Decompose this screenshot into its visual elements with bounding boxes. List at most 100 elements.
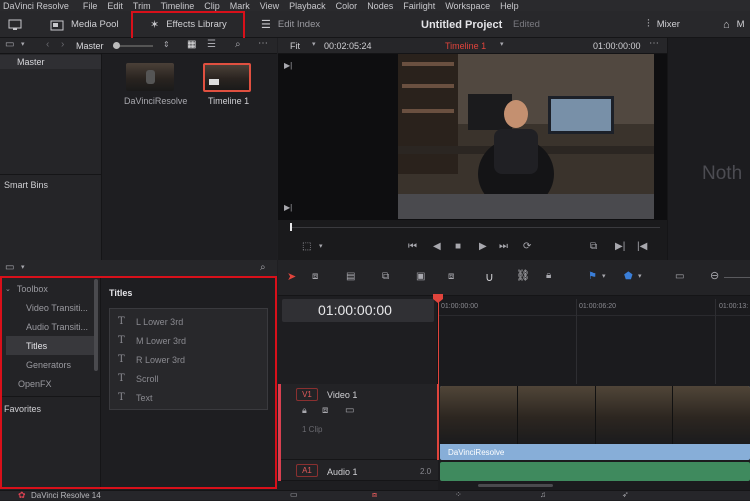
audio-track-name[interactable]: Audio 1 bbox=[327, 467, 358, 477]
video-frame bbox=[398, 54, 654, 219]
media-pool-button[interactable]: Media Pool bbox=[50, 11, 119, 38]
snapping-magnet-icon[interactable]: ∪ bbox=[485, 271, 494, 283]
mark-out-icon[interactable]: ▶| bbox=[284, 204, 292, 212]
menu-fairlight[interactable]: Fairlight bbox=[403, 1, 435, 11]
trim-tool-icon[interactable]: ⧈ bbox=[312, 272, 318, 282]
video-clip[interactable]: DaVinciResolve bbox=[440, 386, 750, 460]
media-page-icon[interactable]: ▭ bbox=[290, 491, 298, 499]
menu-mark[interactable]: Mark bbox=[230, 1, 250, 11]
replace-clip-icon[interactable]: ⧈ bbox=[448, 272, 454, 282]
zoom-slider[interactable] bbox=[724, 277, 750, 278]
track-lock-icon[interactable]: 🔒︎ bbox=[302, 406, 307, 415]
chevron-down-icon[interactable]: ▾ bbox=[21, 41, 25, 48]
menu-file[interactable]: File bbox=[83, 1, 98, 11]
smart-bins-label: Smart Bins bbox=[4, 180, 49, 190]
edit-index-label: Edit Index bbox=[277, 19, 321, 30]
track-visibility-icon[interactable]: ▭ bbox=[345, 406, 354, 416]
overwrite-clip-icon[interactable]: ▣ bbox=[416, 272, 425, 282]
deliver-page-icon[interactable]: ➶ bbox=[622, 491, 629, 499]
clip-thumbnail-timeline-1[interactable] bbox=[203, 63, 251, 92]
menu-help[interactable]: Help bbox=[500, 1, 519, 11]
menu-edit[interactable]: Edit bbox=[107, 1, 123, 11]
jump-to-start-icon[interactable]: ⏮ bbox=[408, 242, 417, 252]
menu-davinci-resolve[interactable]: DaVinci Resolve bbox=[3, 1, 69, 11]
menu-view[interactable]: View bbox=[260, 1, 279, 11]
jump-to-end-icon[interactable]: ⏭ bbox=[499, 242, 508, 252]
viewer-crop-icon[interactable]: ⬚ bbox=[302, 242, 311, 252]
lock-icon[interactable]: 🔒︎ bbox=[546, 271, 551, 281]
video-track-name[interactable]: Video 1 bbox=[327, 390, 357, 400]
video-canvas[interactable]: ▶| ▶| bbox=[278, 54, 667, 220]
marker-icon[interactable]: ⬟ bbox=[624, 272, 633, 282]
sort-icon[interactable]: ⇕ bbox=[163, 41, 170, 49]
timeline-chevron-icon[interactable]: ▾ bbox=[500, 41, 504, 48]
list-view-icon[interactable]: ☰ bbox=[207, 40, 216, 50]
source-timecode: 00:02:05:24 bbox=[324, 41, 372, 51]
flag-icon[interactable]: ⚑ bbox=[588, 272, 597, 282]
audio-clip[interactable] bbox=[440, 462, 750, 481]
mixer-button[interactable]: ⫶ Mixer bbox=[647, 11, 680, 38]
edit-page-icon[interactable]: ⧈ bbox=[372, 491, 377, 499]
menu-trim[interactable]: Trim bbox=[133, 1, 151, 11]
clip-thumbnail-davinciresolve[interactable] bbox=[126, 63, 174, 91]
viewer-more-icon[interactable]: ⋯ bbox=[649, 39, 659, 49]
track-id-a1[interactable]: A1 bbox=[296, 464, 318, 477]
timeline-scrollbar[interactable] bbox=[478, 484, 553, 487]
stop-icon[interactable]: ■ bbox=[455, 242, 461, 252]
fairlight-page-icon[interactable]: ♫ bbox=[540, 491, 546, 499]
menu-workspace[interactable]: Workspace bbox=[445, 1, 490, 11]
play-icon[interactable]: ▶ bbox=[479, 242, 487, 252]
effects-search-icon[interactable]: ⌕ bbox=[260, 263, 266, 273]
menu-timeline[interactable]: Timeline bbox=[161, 1, 195, 11]
marker-chevron-icon[interactable]: ▾ bbox=[638, 273, 642, 280]
timeline-toolbar: ➤ ⧈ ▤ ⧉ ▣ ⧈ ∪ ⛓ 🔒︎ ⚑ ▾ ⬟ ▾ ▭ ⊖ bbox=[278, 260, 750, 296]
bin-master[interactable]: Master bbox=[17, 57, 45, 67]
timeline-name[interactable]: Timeline 1 bbox=[445, 41, 486, 51]
menu-nodes[interactable]: Nodes bbox=[367, 1, 393, 11]
loop-icon[interactable]: ⟳ bbox=[523, 242, 531, 252]
thumbnail-view-icon[interactable]: ▦ bbox=[187, 40, 196, 50]
menu-playback[interactable]: Playback bbox=[289, 1, 326, 11]
mark-in-icon[interactable]: ▶| bbox=[284, 62, 292, 70]
auto-select-icon[interactable]: ⧈ bbox=[322, 406, 328, 416]
ruler-mark-1: 01:00:06:20 bbox=[579, 303, 616, 310]
effects-chevron-icon[interactable]: ▾ bbox=[21, 264, 25, 271]
previous-edit-icon[interactable]: |◀ bbox=[637, 242, 647, 252]
menu-clip[interactable]: Clip bbox=[204, 1, 220, 11]
inspector-panel: Noth bbox=[667, 38, 750, 260]
panel-layout-icon[interactable]: ▭ bbox=[5, 40, 14, 50]
scrubber-bar[interactable] bbox=[290, 227, 660, 228]
video-track-clip-count: 1 Clip bbox=[302, 425, 323, 434]
edit-index-button[interactable]: ☰ Edit Index bbox=[261, 11, 320, 38]
back-icon[interactable]: ‹ bbox=[46, 40, 49, 50]
scrubber-handle[interactable] bbox=[290, 223, 292, 231]
metadata-label-partial: M bbox=[736, 19, 745, 30]
link-icon[interactable]: ⛓ bbox=[516, 271, 530, 282]
viewer-mode-chevron-icon[interactable]: ▾ bbox=[319, 243, 323, 250]
media-pool-label: Media Pool bbox=[71, 19, 119, 30]
more-options-icon[interactable]: ⋯ bbox=[258, 39, 268, 49]
match-frame-icon[interactable]: ⧉ bbox=[590, 242, 597, 252]
search-icon[interactable]: ⌕ bbox=[235, 40, 241, 50]
record-timecode: 01:00:00:00 bbox=[593, 41, 641, 51]
metadata-button[interactable]: ⌂ M bbox=[723, 11, 745, 38]
reverse-play-icon[interactable]: ◀ bbox=[433, 242, 441, 252]
selection-tool-icon[interactable]: ➤ bbox=[287, 272, 296, 283]
color-page-icon[interactable]: ⁘ bbox=[455, 491, 462, 499]
effects-panel-layout-icon[interactable]: ▭ bbox=[5, 263, 14, 273]
slider-handle[interactable] bbox=[113, 42, 120, 49]
full-zoom-icon[interactable]: ▭ bbox=[675, 272, 684, 282]
next-edit-icon[interactable]: ▶| bbox=[615, 242, 625, 252]
clip-name-davinciresolve: DaVinciResolve bbox=[124, 96, 188, 106]
menu-color[interactable]: Color bbox=[336, 1, 358, 11]
zoom-dropdown[interactable]: Fit bbox=[290, 41, 300, 51]
playhead-line bbox=[438, 302, 439, 384]
display-toggle-button[interactable] bbox=[8, 11, 22, 38]
track-id-v1[interactable]: V1 bbox=[296, 388, 318, 401]
blade-tool-icon[interactable]: ▤ bbox=[346, 272, 355, 282]
flag-chevron-icon[interactable]: ▾ bbox=[602, 273, 606, 280]
ruler-mark-0: 01:00:00:00 bbox=[441, 303, 478, 310]
zoom-out-icon[interactable]: ⊖ bbox=[710, 271, 719, 282]
forward-icon[interactable]: › bbox=[61, 40, 64, 50]
insert-clip-icon[interactable]: ⧉ bbox=[382, 272, 389, 282]
